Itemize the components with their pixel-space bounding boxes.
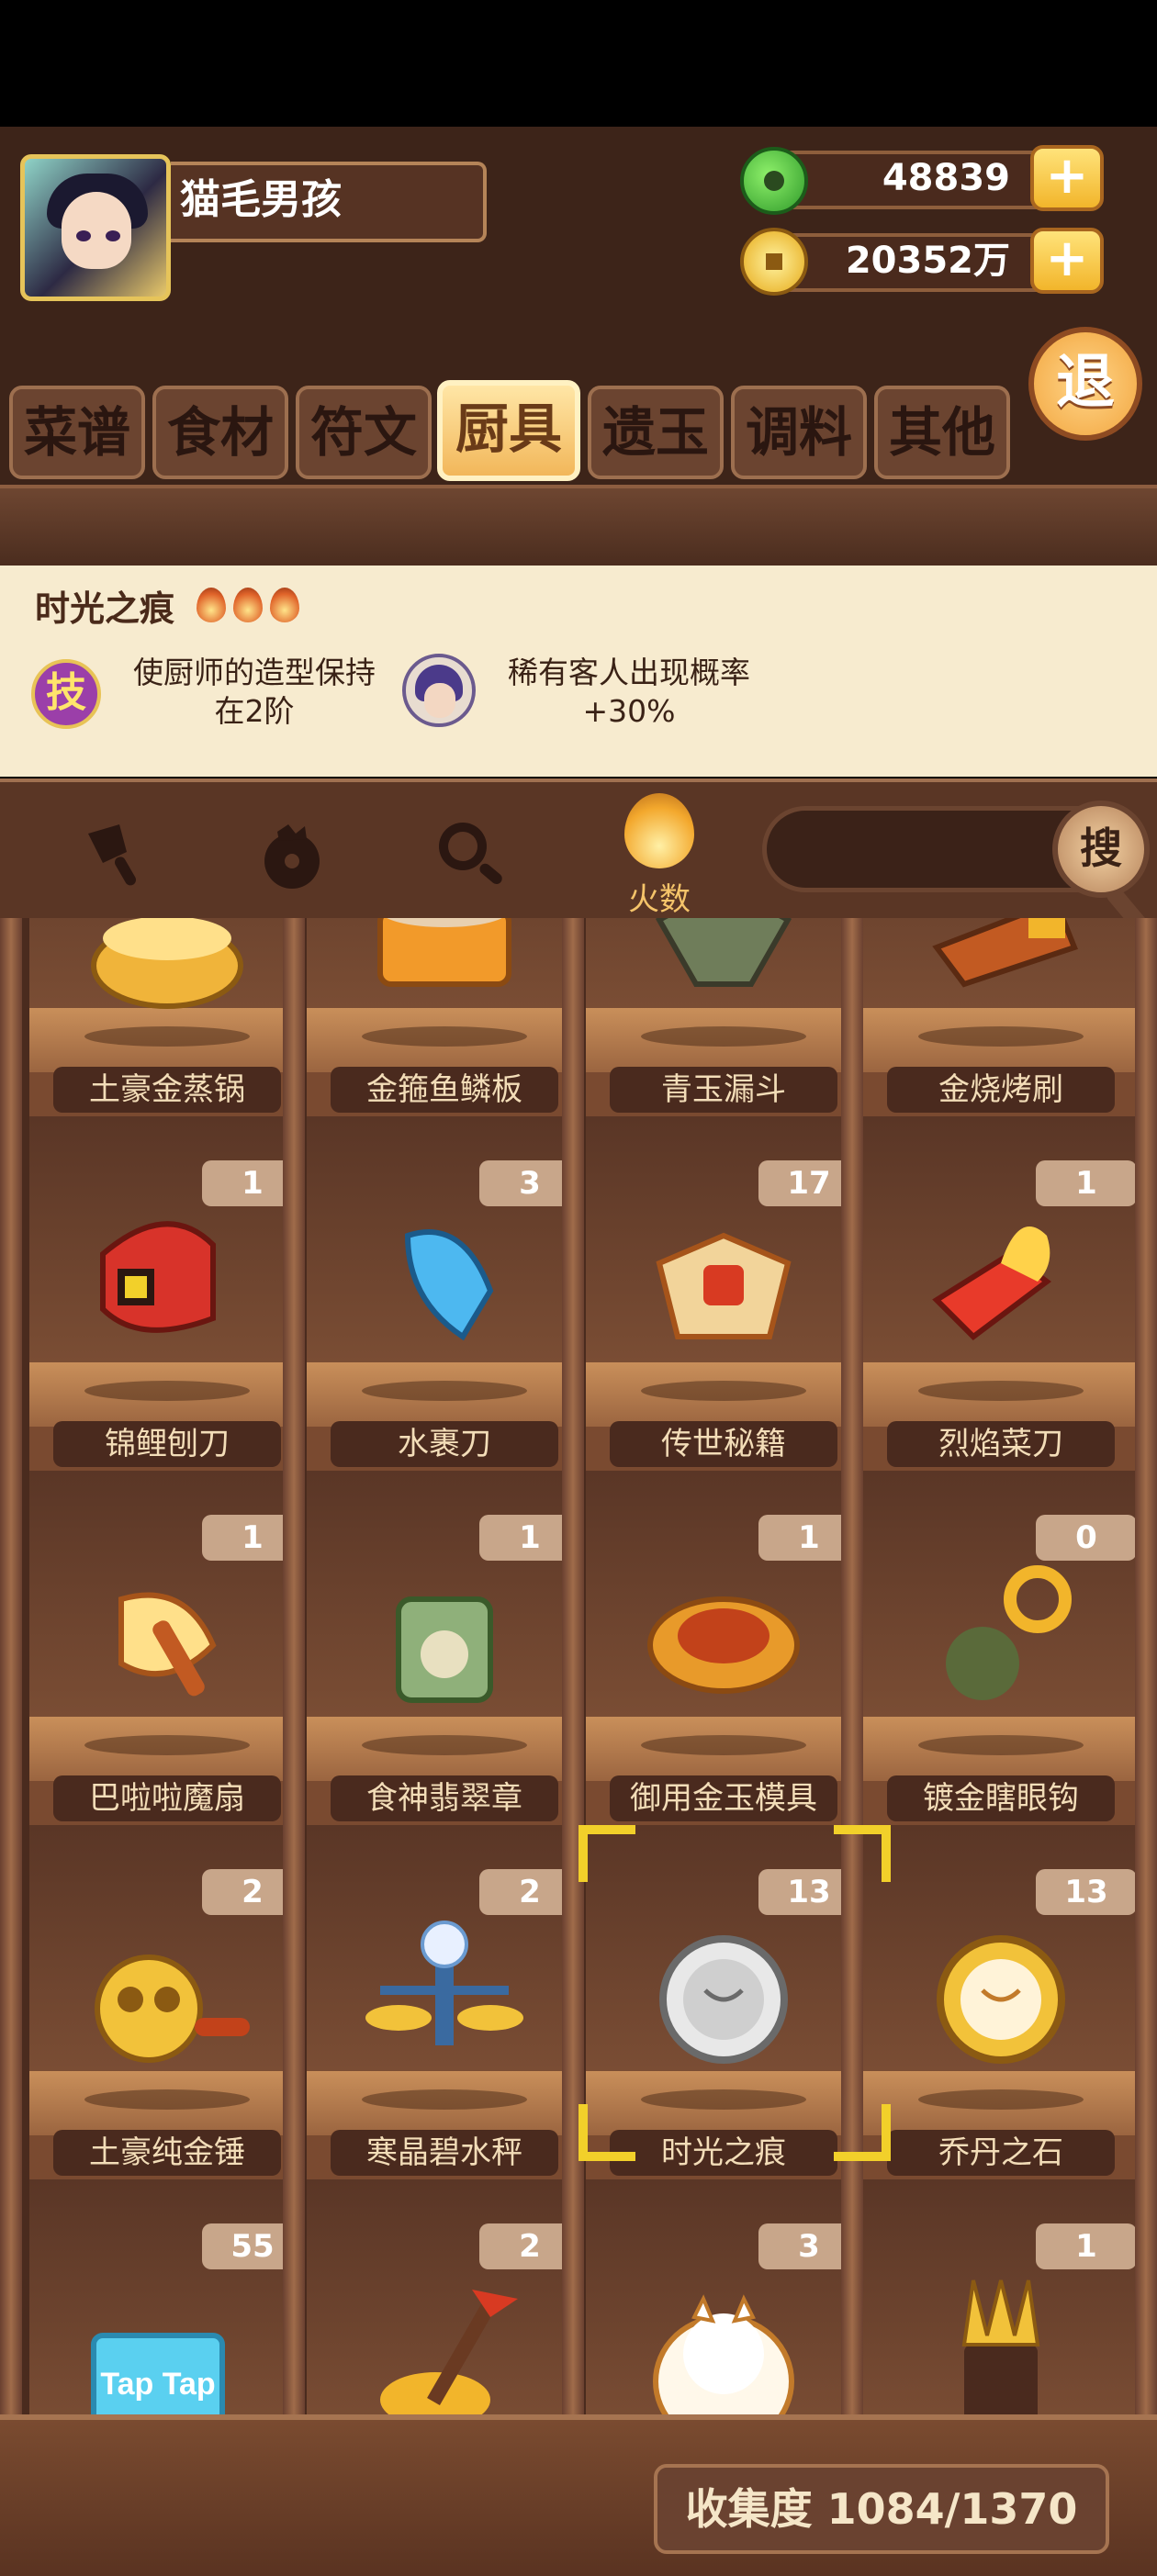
item-name-label: 土豪金蒸锅 xyxy=(53,1067,281,1113)
jordan-stone-icon xyxy=(937,1935,1065,2064)
item-name-label: 土豪纯金锤 xyxy=(53,2130,281,2176)
cleaver-filter-icon[interactable] xyxy=(79,815,156,892)
jade-seal-icon xyxy=(396,1596,493,1703)
item-slot-gold-steamer[interactable]: 土豪金蒸锅 xyxy=(29,918,305,1116)
koi-peeler-icon xyxy=(100,1221,216,1333)
ingredient-bag-filter-icon[interactable] xyxy=(252,815,329,892)
skill-description-line2: 在2阶 xyxy=(214,693,295,729)
gold-steamer-icon xyxy=(91,918,243,1009)
username-text: 猫毛男孩 xyxy=(180,176,342,223)
guest-bonus-line1: 稀有客人出现概率 xyxy=(508,655,750,690)
item-slot-gold-ladle[interactable]: 2 xyxy=(307,2179,582,2414)
add-coin-button[interactable]: + xyxy=(1030,228,1104,294)
time-mark-icon xyxy=(659,1935,788,2064)
coin-icon xyxy=(740,228,808,296)
magic-fan-icon xyxy=(118,1592,217,1697)
item-count-badge: 13 xyxy=(1036,1869,1137,1915)
item-slot-jade-funnel[interactable]: 青玉漏斗 xyxy=(586,918,861,1116)
shelf-divider-post xyxy=(283,918,305,2414)
item-slot-gilded-hook[interactable]: 0 镀金瞎眼钩 xyxy=(863,1471,1139,1825)
selected-item-name: 时光之痕 xyxy=(35,588,175,629)
item-slot-jade-seal[interactable]: 1 食神翡翠章 xyxy=(307,1471,582,1825)
search-button[interactable]: 搜 xyxy=(1052,801,1150,898)
item-slot-golden-crown-box[interactable]: 1 xyxy=(863,2179,1139,2414)
jade-icon xyxy=(740,147,808,215)
item-slot-lucky-cat[interactable]: 3 xyxy=(586,2179,861,2414)
item-name-label: 烈焰菜刀 xyxy=(887,1421,1115,1467)
collection-progress-text: 收集度 1084/1370 xyxy=(685,2484,1078,2534)
flame-icon xyxy=(233,588,263,622)
heirloom-recipe-book-icon xyxy=(656,1232,792,1339)
shelf-divider-post xyxy=(0,918,22,2414)
item-name-label: 传世秘籍 xyxy=(610,1421,837,1467)
shelf-divider-post xyxy=(1135,918,1157,2414)
item-name-label: 水裹刀 xyxy=(331,1421,558,1467)
item-name-label: 金箍鱼鳞板 xyxy=(331,1067,558,1113)
tab-relic-jade[interactable]: 遗玉 xyxy=(588,386,724,479)
tab-recipes[interactable]: 菜谱 xyxy=(9,386,145,479)
item-slot-heirloom-recipe-book[interactable]: 17 传世秘籍 xyxy=(586,1116,861,1471)
taptap-stamp-text: Tap Tap xyxy=(100,2367,215,2402)
item-name-label: 巴啦啦魔扇 xyxy=(53,1775,281,1821)
guest-bonus-description: 稀有客人出现概率 +30% xyxy=(487,654,771,731)
tab-runes[interactable]: 符文 xyxy=(296,386,432,479)
item-count-badge: 1 xyxy=(1036,1160,1137,1206)
rare-guest-icon xyxy=(402,654,476,727)
item-slot-water-knife[interactable]: 3 水裹刀 xyxy=(307,1116,582,1471)
item-name-label: 金烧烤刷 xyxy=(887,1067,1115,1113)
gold-jade-mold-icon xyxy=(647,1596,800,1694)
item-count-badge: 1 xyxy=(1036,2223,1137,2269)
flame-icon xyxy=(197,588,226,622)
selection-bracket-corner xyxy=(834,1825,891,1882)
shelf-divider-post xyxy=(562,918,584,2414)
flame-icon xyxy=(270,588,299,622)
selection-bracket-corner xyxy=(834,2104,891,2161)
item-name-label: 乔丹之石 xyxy=(887,2130,1115,2176)
gilded-hook-icon xyxy=(946,1565,1072,1700)
header-shelf-divider xyxy=(0,485,1157,567)
item-slot-gold-jade-mold[interactable]: 1 御用金玉模具 xyxy=(586,1471,861,1825)
crystal-scale-icon xyxy=(365,1921,523,2045)
item-name-label: 时光之痕 xyxy=(610,2130,837,2176)
item-slot-gold-scale-board[interactable]: 金箍鱼鳞板 xyxy=(307,918,582,1116)
tab-kitchenware[interactable]: 厨具 xyxy=(437,380,580,481)
skill-badge-icon: 技 xyxy=(31,659,101,729)
add-jade-button[interactable]: + xyxy=(1030,145,1104,211)
gold-hammer-icon xyxy=(95,1954,250,2063)
item-slot-gold-hammer[interactable]: 2 土豪纯金锤 xyxy=(29,1825,305,2179)
skill-description: 使厨师的造型保持 在2阶 xyxy=(112,654,397,731)
shelf-divider-post xyxy=(841,918,863,2414)
tab-seasonings[interactable]: 调料 xyxy=(731,386,867,479)
item-slot-magic-fan[interactable]: 1 巴啦啦魔扇 xyxy=(29,1471,305,1825)
item-slot-koi-peeler[interactable]: 1 锦鲤刨刀 xyxy=(29,1116,305,1471)
item-name-label: 御用金玉模具 xyxy=(610,1775,837,1821)
item-name-label: 青玉漏斗 xyxy=(610,1067,837,1113)
selection-bracket-corner xyxy=(578,2104,635,2161)
jade-funnel-icon xyxy=(655,918,792,987)
tab-ingredients[interactable]: 食材 xyxy=(152,386,288,479)
item-name-label: 锦鲤刨刀 xyxy=(53,1421,281,1467)
item-slot-crystal-scale[interactable]: 2 寒晶碧水秤 xyxy=(307,1825,582,2179)
flame-cleaver-icon xyxy=(932,1226,1051,1340)
selection-bracket-corner xyxy=(578,1825,635,1882)
gold-bbq-brush-icon xyxy=(932,918,1078,988)
item-count-badge: 0 xyxy=(1036,1515,1137,1561)
item-name-label: 寒晶碧水秤 xyxy=(331,2130,558,2176)
item-name-label: 镀金瞎眼钩 xyxy=(887,1775,1115,1821)
fire-count-filter-icon[interactable] xyxy=(624,793,694,868)
item-name-label: 食神翡翠章 xyxy=(331,1775,558,1821)
fire-count-label: 火数 xyxy=(628,881,691,918)
pan-filter-icon[interactable] xyxy=(432,815,509,892)
water-knife-icon xyxy=(404,1229,494,1341)
item-slot-jordan-stone[interactable]: 13 乔丹之石 xyxy=(863,1825,1139,2179)
gold-scale-board-icon xyxy=(377,918,511,987)
guest-bonus-line2: +30% xyxy=(582,693,676,729)
player-avatar[interactable] xyxy=(20,154,171,301)
exit-button[interactable]: 退 xyxy=(1028,327,1142,441)
item-slot-gold-bbq-brush[interactable]: 金烧烤刷 xyxy=(863,918,1139,1116)
item-slot-flame-cleaver[interactable]: 1 烈焰菜刀 xyxy=(863,1116,1139,1471)
item-slot-taptap-box[interactable]: Tap Tap 55 xyxy=(29,2179,305,2414)
tab-others[interactable]: 其他 xyxy=(874,386,1010,479)
skill-description-line1: 使厨师的造型保持 xyxy=(133,655,376,690)
